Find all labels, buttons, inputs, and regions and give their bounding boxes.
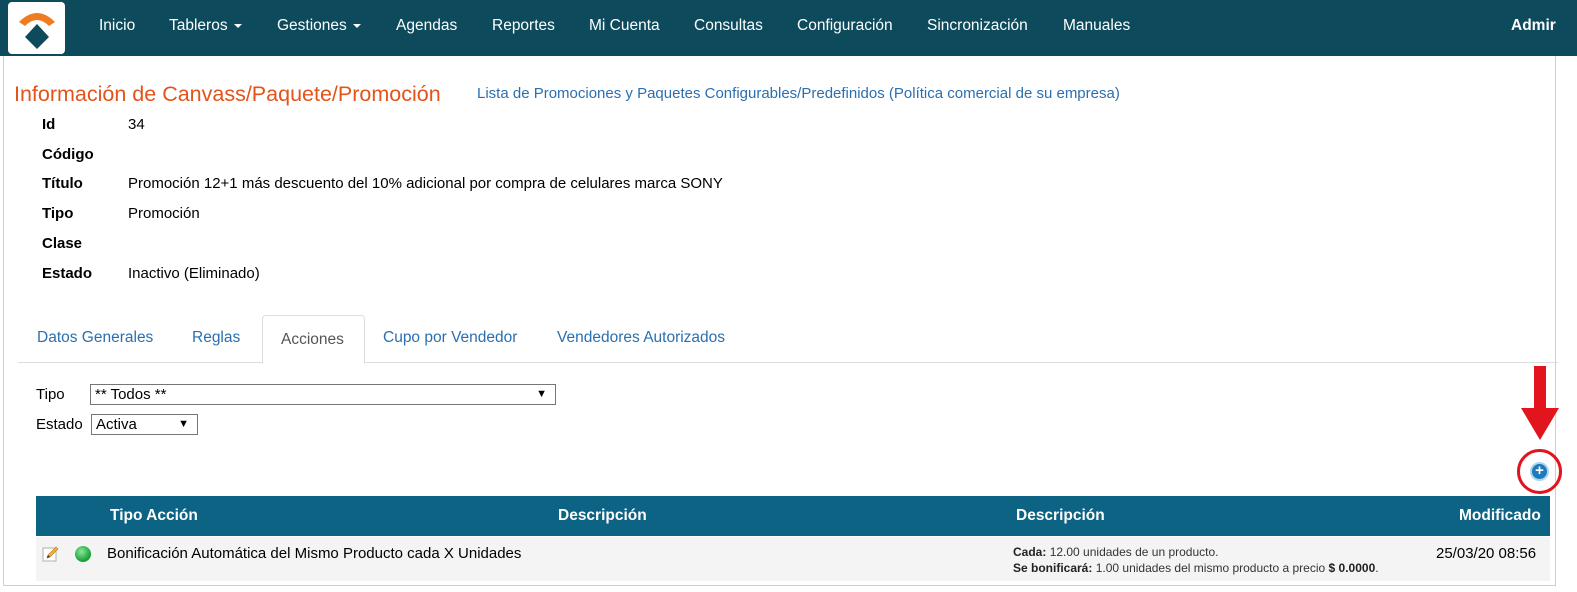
nav-agendas[interactable]: Agendas [396,17,457,35]
info-value-tipo: Promoción [128,205,200,222]
tipo-select[interactable]: ** Todos ** ▼ [90,384,556,405]
info-label-titulo: Título [42,175,83,192]
desc-line-2: Se bonificará: 1.00 unidades del mismo p… [1013,560,1379,576]
page-title: Información de Canvass/Paquete/Promoción [14,82,441,106]
info-label-id: Id [42,116,56,133]
tab-acciones[interactable]: Acciones [262,315,365,364]
desc-price: $ 0.0000 [1328,561,1376,575]
nav-gestiones[interactable]: Gestiones [277,17,361,35]
caret-down-icon [352,23,361,28]
cell-descripcion: Cada: 12.00 unidades de un producto. Se … [1013,544,1379,576]
frame-border-bottom [3,585,1556,586]
dropdown-arrow-icon: ▼ [178,418,189,430]
info-value-titulo: Promoción 12+1 más descuento del 10% adi… [128,175,723,192]
top-navbar: Inicio Tableros Gestiones Agendas Report… [0,0,1577,56]
frame-border-right [1555,56,1556,586]
cell-modificado: 25/03/20 08:56 [1436,545,1537,562]
nav-consultas[interactable]: Consultas [694,17,763,35]
plus-circle-icon: + [1530,462,1549,481]
tab-datos-generales[interactable]: Datos Generales [37,329,153,347]
info-label-estado: Estado [42,265,93,282]
add-action-button[interactable]: + [1517,449,1562,494]
promotions-list-link[interactable]: Lista de Promociones y Paquetes Configur… [477,85,1120,102]
cell-tipo-accion: Bonificación Automática del Mismo Produc… [107,545,522,562]
edit-icon[interactable] [42,545,60,563]
tipo-select-value: ** Todos ** [95,386,167,403]
desc-label-cada: Cada: [1013,545,1047,559]
red-arrow-down-icon [1521,366,1559,440]
estado-select-value: Activa [96,416,137,433]
nav-user-menu[interactable]: Admir [1511,17,1556,35]
app-logo[interactable] [8,2,65,54]
desc-text-bonificara: 1.00 unidades del mismo producto a preci… [1095,561,1326,575]
filter-tipo-label: Tipo [36,386,65,403]
th-tipo-accion: Tipo Acción [110,507,198,524]
logo-icon [19,13,55,49]
caret-down-icon [233,23,242,28]
info-value-id: 34 [128,116,145,133]
tab-reglas[interactable]: Reglas [192,329,240,347]
desc-text-cada: 12.00 unidades de un producto. [1049,545,1219,559]
desc-label-bonificara: Se bonificará: [1013,561,1093,575]
nav-mi-cuenta[interactable]: Mi Cuenta [589,17,660,35]
desc-line-1: Cada: 12.00 unidades de un producto. [1013,544,1379,560]
table-header: Tipo Acción Descripción Descripción Modi… [36,496,1550,536]
tab-acciones-label: Acciones [281,331,344,348]
nav-tableros[interactable]: Tableros [169,17,242,35]
frame-border-left [3,56,4,586]
nav-reportes[interactable]: Reportes [492,17,555,35]
filter-estado-label: Estado [36,416,83,433]
nav-tableros-label: Tableros [169,17,228,34]
tab-bar-border [18,362,1558,363]
th-modificado[interactable]: Modificado [1459,507,1541,525]
status-active-icon [75,546,91,562]
info-label-clase: Clase [42,235,83,252]
nav-inicio[interactable]: Inicio [99,17,135,35]
nav-gestiones-label: Gestiones [277,17,347,34]
info-label-tipo: Tipo [42,205,74,222]
tab-vendedores-autorizados[interactable]: Vendedores Autorizados [557,329,725,347]
desc-period: . [1375,561,1379,575]
th-descripcion-2: Descripción [1016,507,1105,524]
nav-manuales[interactable]: Manuales [1063,17,1130,35]
table-row: Bonificación Automática del Mismo Produc… [36,537,1550,581]
nav-configuracion[interactable]: Configuración [797,17,893,35]
th-descripcion: Descripción [558,507,647,524]
info-label-codigo: Código [42,146,94,163]
info-value-estado: Inactivo (Eliminado) [128,265,260,282]
estado-select[interactable]: Activa ▼ [91,414,198,435]
nav-sincronizacion[interactable]: Sincronización [927,17,1028,35]
dropdown-arrow-icon: ▼ [536,388,547,400]
tab-cupo-por-vendedor[interactable]: Cupo por Vendedor [383,329,517,347]
